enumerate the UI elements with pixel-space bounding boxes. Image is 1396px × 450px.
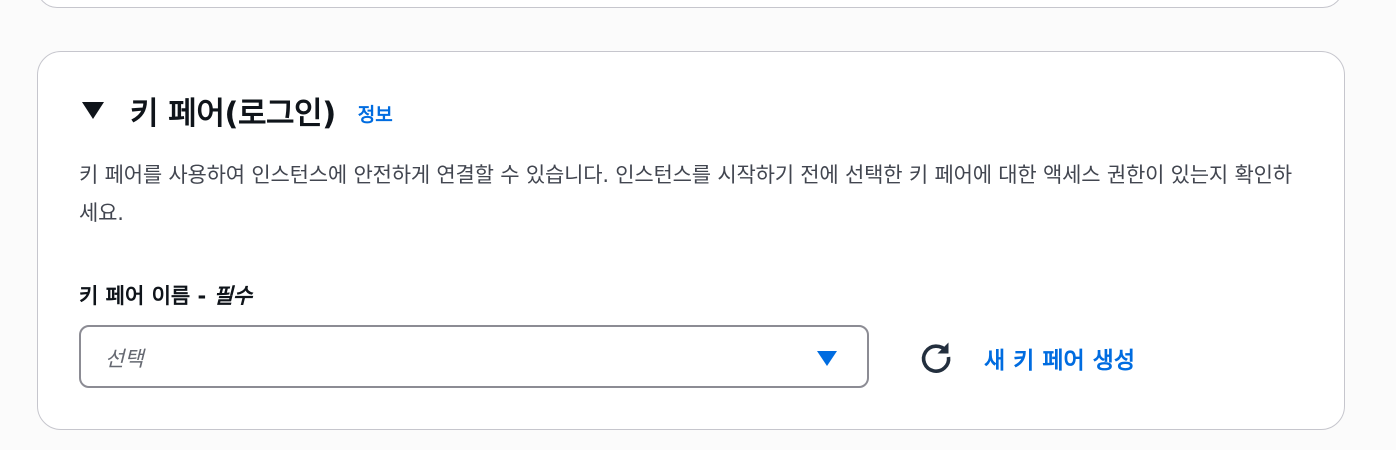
- required-marker: 필수: [213, 284, 253, 308]
- create-key-pair-link[interactable]: 새 키 페어 생성: [984, 341, 1135, 375]
- panel-description: 키 페어를 사용하여 인스턴스에 안전하게 연결할 수 있습니다. 인스턴스를 …: [79, 163, 1292, 225]
- info-link[interactable]: 정보: [358, 100, 393, 127]
- select-placeholder: 선택: [105, 347, 144, 371]
- panel-title: 키 페어(로그인): [130, 95, 336, 132]
- field-label-text: 키 페어 이름 -: [79, 284, 214, 308]
- refresh-icon[interactable]: [918, 339, 954, 375]
- key-pair-select[interactable]: 선택: [79, 325, 869, 388]
- previous-panel: [37, 0, 1343, 8]
- key-pair-panel: 키 페어(로그인) 정보 키 페어를 사용하여 인스턴스에 안전하게 연결할 수…: [37, 51, 1345, 430]
- key-pair-name-label: 키 페어 이름 - 필수: [79, 280, 252, 310]
- chevron-down-icon: [817, 351, 837, 366]
- caret-down-icon[interactable]: [82, 101, 104, 119]
- panel-header: 키 페어(로그인) 정보: [82, 90, 393, 132]
